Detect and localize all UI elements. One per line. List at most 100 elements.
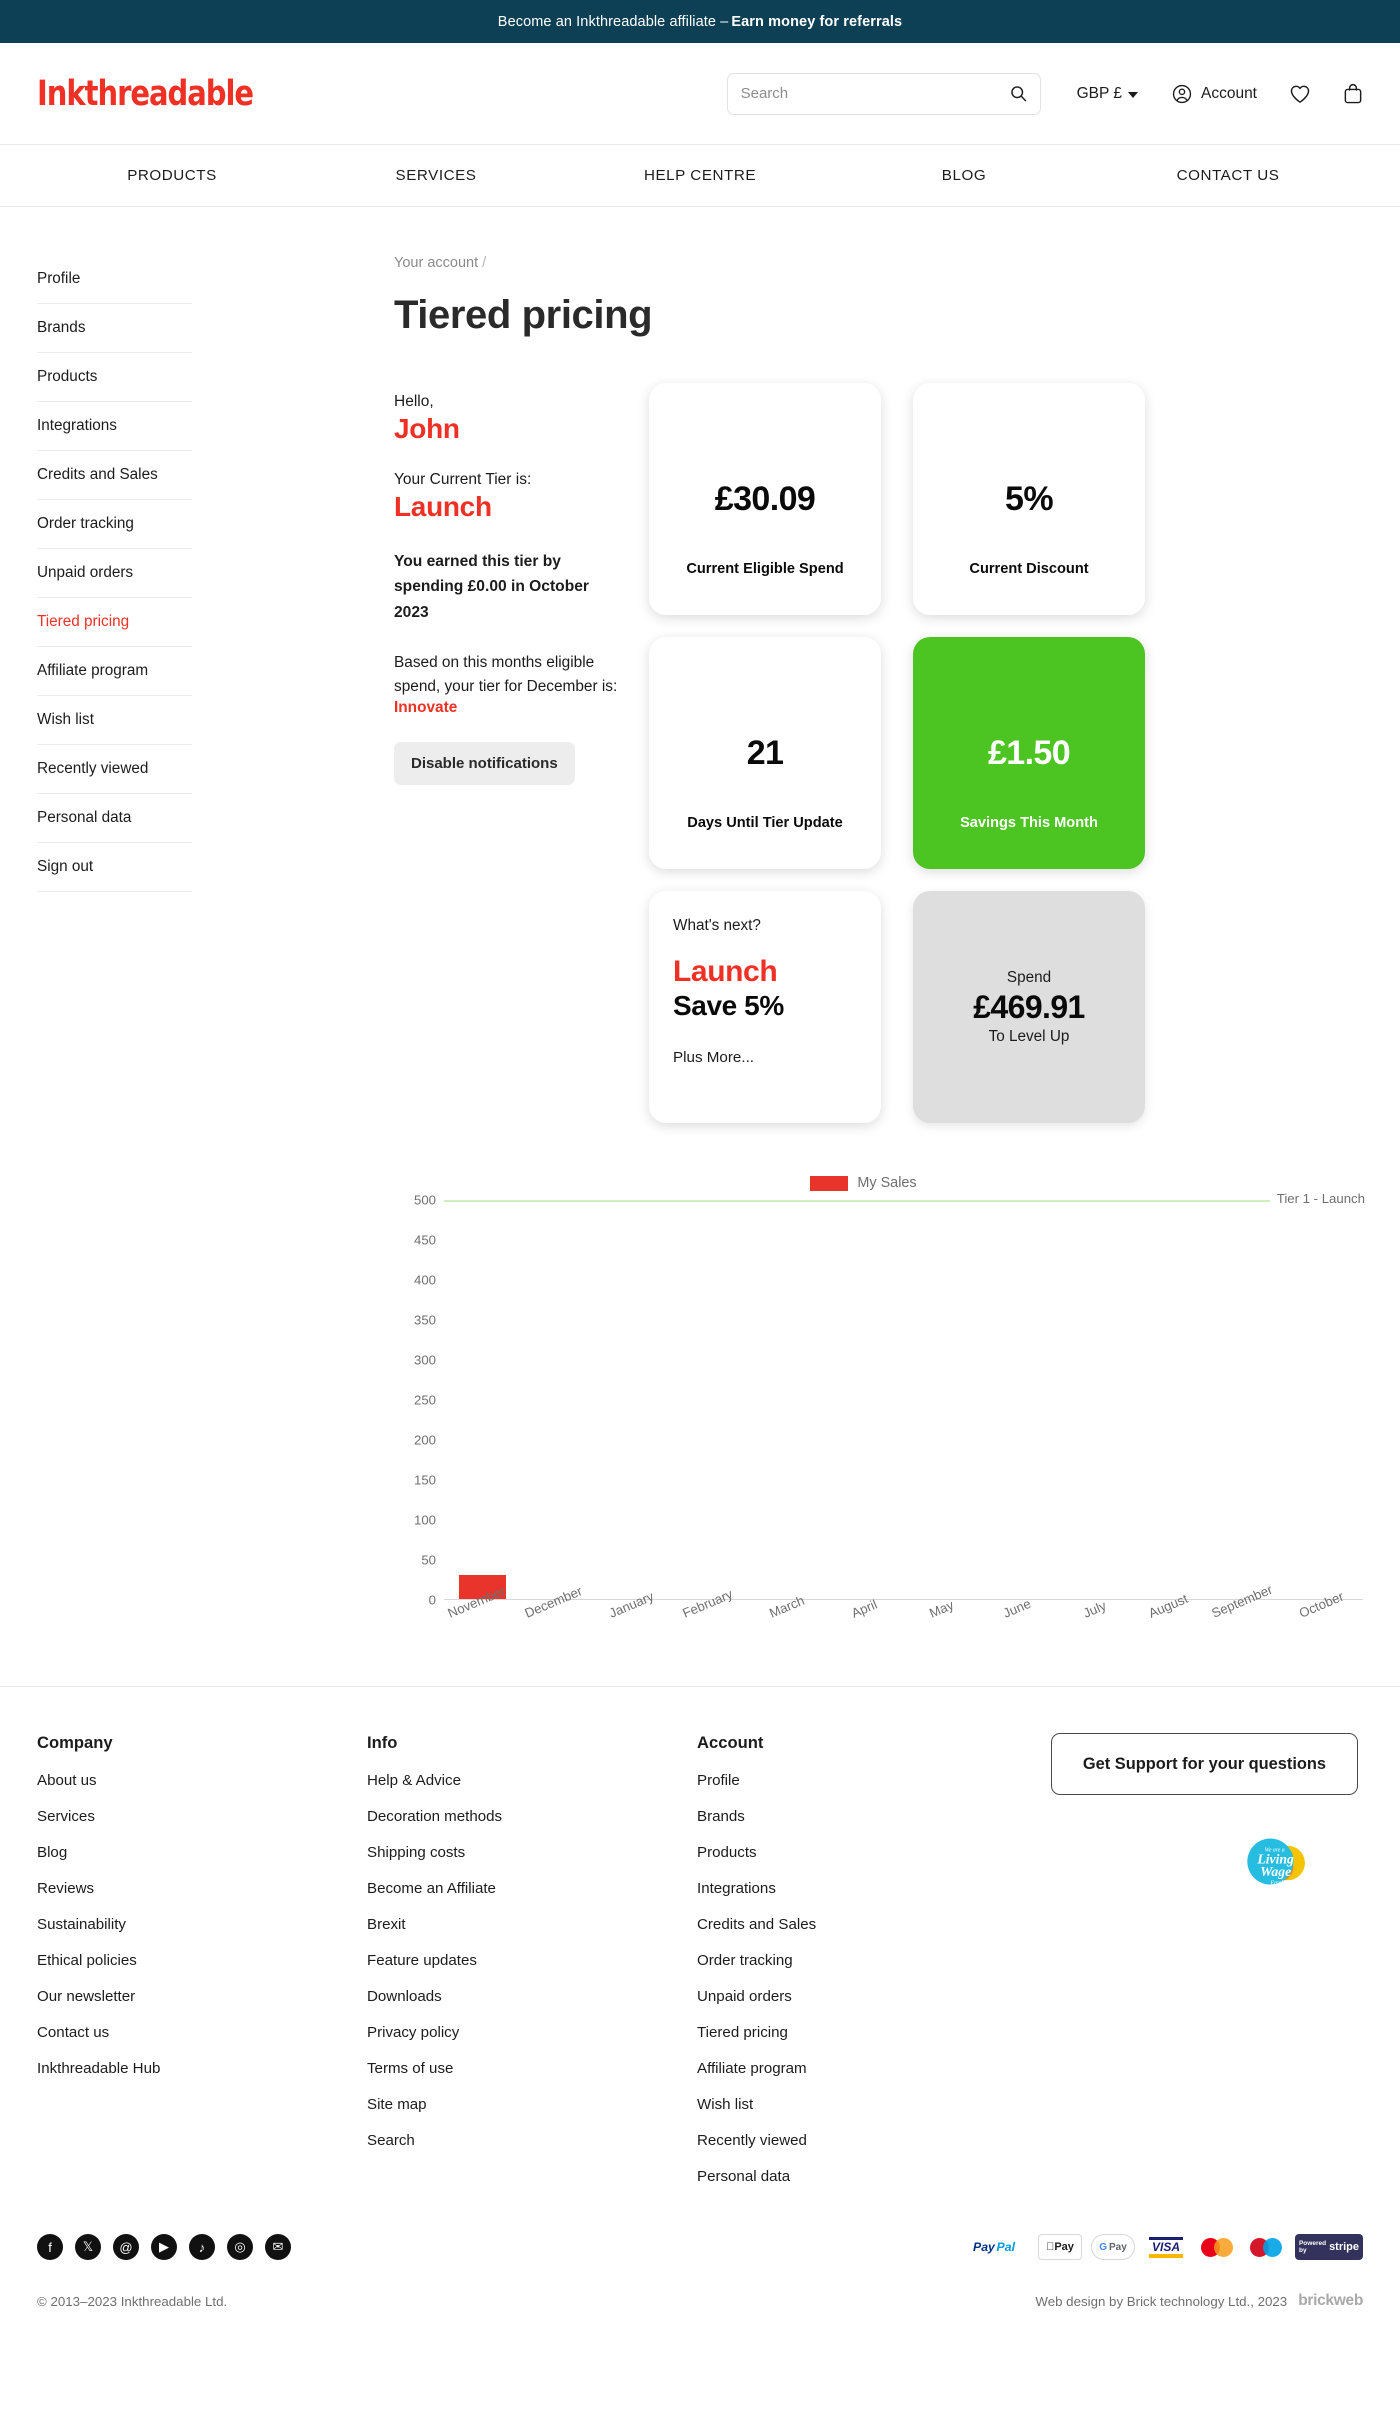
footer-link[interactable]: Terms of use (367, 2060, 697, 2077)
chart-x-tick: April (849, 1596, 880, 1621)
svg-text:Pay: Pay (973, 2240, 996, 2254)
footer-link[interactable]: Recently viewed (697, 2132, 1027, 2149)
footer-link[interactable]: Products (697, 1844, 1027, 1861)
announcement-bar[interactable]: Become an Inkthreadable affiliate – Earn… (0, 0, 1400, 43)
footer-link[interactable]: Downloads (367, 1988, 697, 2005)
footer-link[interactable]: About us (37, 1772, 367, 1789)
footer-link[interactable]: Contact us (37, 2024, 367, 2041)
footer-link[interactable]: Site map (367, 2096, 697, 2113)
plus-more-label[interactable]: Plus More... (673, 1049, 754, 1066)
chart-y-tick: 250 (413, 1392, 436, 1408)
footer-link[interactable]: Privacy policy (367, 2024, 697, 2041)
youtube-icon[interactable]: ▶ (151, 2234, 177, 2260)
footer-link[interactable]: Unpaid orders (697, 1988, 1027, 2005)
footer-link[interactable]: Order tracking (697, 1952, 1027, 1969)
chart-bar-slot (1286, 1200, 1363, 1599)
search-submit-button[interactable] (1010, 85, 1027, 102)
disable-notifications-button[interactable]: Disable notifications (394, 742, 575, 786)
footer-link[interactable]: Brands (697, 1808, 1027, 1825)
get-support-button[interactable]: Get Support for your questions (1051, 1733, 1358, 1796)
footer-link[interactable]: Inkthreadable Hub (37, 2060, 367, 2077)
footer-link[interactable]: Affiliate program (697, 2060, 1027, 2077)
footer-link[interactable]: Services (37, 1808, 367, 1825)
nav-item-help-centre[interactable]: HELP CENTRE (568, 167, 832, 184)
account-link[interactable]: Account (1172, 84, 1257, 104)
chart-bar-slot (1057, 1200, 1134, 1599)
chart-y-tick: 450 (413, 1232, 436, 1248)
chart-x-slot: September (1209, 1582, 1287, 1661)
footer-link[interactable]: Blog (37, 1844, 367, 1861)
footer-link[interactable]: Reviews (37, 1880, 367, 1897)
sidebar-item-brands[interactable]: Brands (37, 304, 192, 353)
footer-link[interactable]: Credits and Sales (697, 1916, 1027, 1933)
breadcrumb-separator: / (482, 255, 487, 271)
footer-link[interactable]: Integrations (697, 1880, 1027, 1897)
footer-link[interactable]: Search (367, 2132, 697, 2149)
nav-item-services[interactable]: SERVICES (304, 167, 568, 184)
cart-button[interactable] (1343, 83, 1363, 105)
shopping-bag-icon (1344, 83, 1362, 103)
savings-value: £1.50 (987, 733, 1071, 772)
chart-y-tick: 350 (413, 1312, 436, 1328)
discount-caption: Current Discount (969, 561, 1089, 577)
web-design-credit: Web design by Brick technology Ltd., 202… (1035, 2292, 1363, 2310)
brickweb-logo[interactable]: brickweb (1298, 2292, 1363, 2310)
chart-x-slot: July (1057, 1598, 1134, 1661)
nav-item-blog[interactable]: BLOG (832, 167, 1096, 184)
sidebar-item-wish-list[interactable]: Wish list (37, 696, 192, 745)
sidebar-item-personal-data[interactable]: Personal data (37, 794, 192, 843)
nav-item-products[interactable]: PRODUCTS (40, 167, 304, 184)
chart-legend: My Sales (364, 1175, 1363, 1191)
footer-link[interactable]: Become an Affiliate (367, 1880, 697, 1897)
search-input[interactable] (740, 85, 1010, 102)
currency-selector[interactable]: GBP £ (1077, 85, 1138, 103)
sidebar-item-recently-viewed[interactable]: Recently viewed (37, 745, 192, 794)
x-twitter-icon[interactable]: 𝕏 (75, 2234, 101, 2260)
footer-link[interactable]: Sustainability (37, 1916, 367, 1933)
sidebar-item-integrations[interactable]: Integrations (37, 402, 192, 451)
footer-links-company: About us Services Blog Reviews Sustainabilit… (37, 1772, 367, 2077)
instagram-icon[interactable]: ◎ (227, 2234, 253, 2260)
sidebar-item-unpaid-orders[interactable]: Unpaid orders (37, 549, 192, 598)
days-caption: Days Until Tier Update (687, 815, 843, 831)
apple-pay-icon: Pay (1038, 2234, 1082, 2260)
footer-link[interactable]: Tiered pricing (697, 2024, 1027, 2041)
tiktok-icon[interactable]: ♪ (189, 2234, 215, 2260)
chart-plot-area: Tier 1 - Launch (444, 1191, 1365, 1600)
wishlist-button[interactable] (1289, 84, 1311, 104)
footer-link[interactable]: Help & Advice (367, 1772, 697, 1789)
email-icon[interactable]: ✉ (265, 2234, 291, 2260)
days-value: 21 (746, 733, 784, 772)
footer-link[interactable]: Personal data (697, 2168, 1027, 2185)
footer-link[interactable]: Our newsletter (37, 1988, 367, 2005)
facebook-icon[interactable]: f (37, 2234, 63, 2260)
sidebar-item-sign-out[interactable]: Sign out (37, 843, 192, 892)
site-logo[interactable]: Inkthreadable (37, 74, 254, 114)
footer-link[interactable]: Brexit (367, 1916, 697, 1933)
footer-link[interactable]: Decoration methods (367, 1808, 697, 1825)
breadcrumb-your-account[interactable]: Your account (394, 255, 478, 271)
card-whats-next: What's next? Launch Save 5% Plus More... (649, 891, 881, 1123)
footer-link[interactable]: Shipping costs (367, 1844, 697, 1861)
footer-link[interactable]: Profile (697, 1772, 1027, 1789)
sidebar-item-affiliate-program[interactable]: Affiliate program (37, 647, 192, 696)
page-body: Profile Brands Products Integrations Cre… (0, 207, 1400, 1621)
nav-item-contact-us[interactable]: CONTACT US (1096, 167, 1360, 184)
chart-bar-slot (674, 1200, 751, 1599)
footer-link[interactable]: Ethical policies (37, 1952, 367, 1969)
search-box[interactable] (726, 72, 1041, 115)
sidebar-item-credits-and-sales[interactable]: Credits and Sales (37, 451, 192, 500)
chart-x-slot: January (597, 1589, 674, 1661)
heart-icon (1290, 85, 1310, 103)
breadcrumb: Your account / (394, 255, 1363, 271)
card-spend-to-level-up: Spend £469.91 To Level Up (913, 891, 1145, 1123)
footer-link[interactable]: Feature updates (367, 1952, 697, 1969)
sidebar-item-tiered-pricing[interactable]: Tiered pricing (37, 598, 192, 647)
sidebar-item-products[interactable]: Products (37, 353, 192, 402)
chart-bar-slot (521, 1200, 598, 1599)
sidebar-item-profile[interactable]: Profile (37, 255, 192, 304)
site-footer: Company About us Services Blog Reviews Susta… (0, 1687, 1400, 2204)
sidebar-item-order-tracking[interactable]: Order tracking (37, 500, 192, 549)
footer-link[interactable]: Wish list (697, 2096, 1027, 2113)
threads-icon[interactable]: @ (113, 2234, 139, 2260)
